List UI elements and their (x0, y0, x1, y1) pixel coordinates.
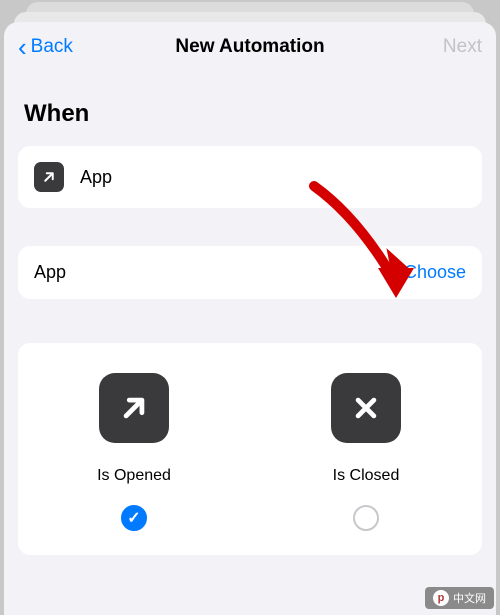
back-label: Back (31, 36, 73, 58)
option-is-closed[interactable]: Is Closed (250, 373, 482, 531)
watermark: p 中文网 (425, 587, 494, 609)
page-title: New Automation (4, 36, 496, 58)
opened-radio[interactable] (121, 505, 147, 531)
chevron-left-icon: ‹ (18, 34, 27, 60)
watermark-logo-icon: p (433, 590, 449, 606)
options-card: Is Opened Is Closed (18, 343, 482, 555)
trigger-label: App (80, 167, 112, 188)
open-arrow-icon (99, 373, 169, 443)
option-is-opened[interactable]: Is Opened (18, 373, 250, 531)
content: When App App Choose Is Opened (4, 100, 496, 555)
app-choose-row[interactable]: App Choose (18, 246, 482, 299)
close-x-icon (331, 373, 401, 443)
opened-label: Is Opened (97, 467, 171, 485)
app-icon (34, 162, 64, 192)
closed-radio[interactable] (353, 505, 379, 531)
choose-button[interactable]: Choose (404, 262, 466, 283)
next-button[interactable]: Next (443, 36, 482, 58)
trigger-row[interactable]: App (18, 146, 482, 208)
back-button[interactable]: ‹ Back (18, 34, 73, 60)
watermark-text: 中文网 (453, 590, 486, 606)
when-heading: When (24, 100, 482, 128)
closed-label: Is Closed (333, 467, 400, 485)
nav-bar: ‹ Back New Automation Next (4, 22, 496, 72)
app-row-label: App (34, 262, 66, 283)
modal-sheet: ‹ Back New Automation Next When App App … (4, 22, 496, 615)
